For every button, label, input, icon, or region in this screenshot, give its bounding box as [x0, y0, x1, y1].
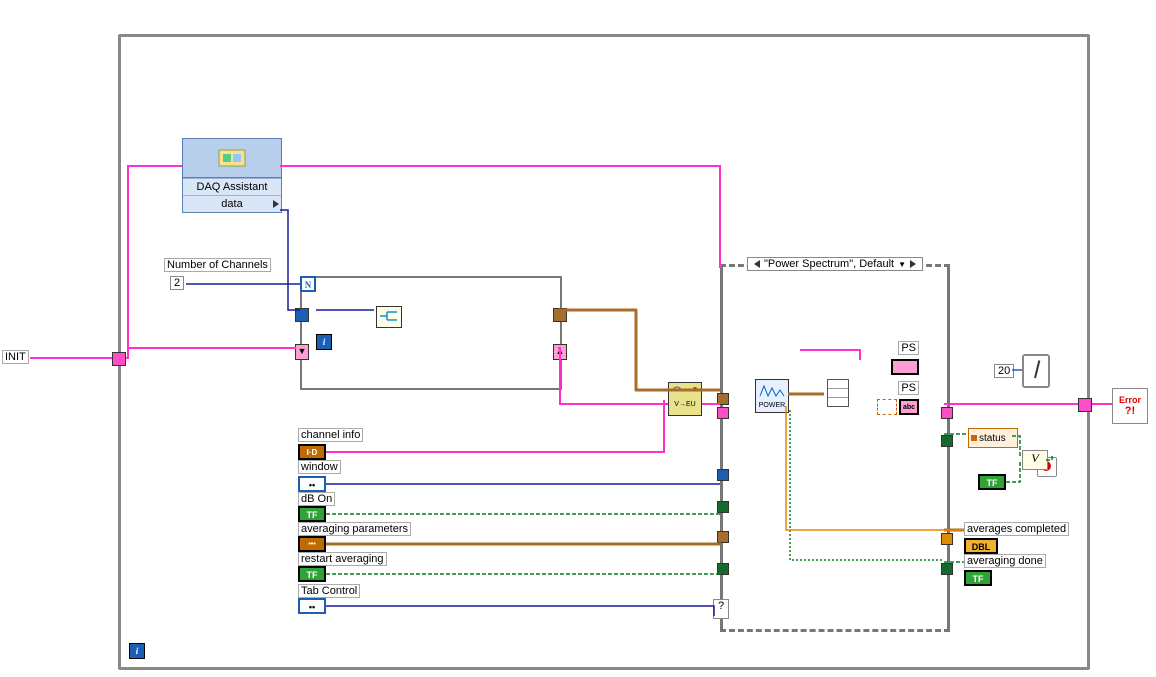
case-tunnel-signal	[717, 393, 729, 405]
power-spectrum-vi[interactable]: POWER	[755, 379, 789, 413]
wait-ms-constant[interactable]: 20	[994, 364, 1014, 378]
status-element-label: status	[979, 433, 1006, 444]
ps1-indicator-label: PS	[898, 341, 919, 355]
case-prev-icon[interactable]	[754, 260, 760, 268]
case-tunnel-restart	[717, 563, 729, 575]
unbundle-status[interactable]: status	[968, 428, 1018, 448]
avg-done-terminal[interactable]: TF	[964, 570, 992, 586]
while-loop-iteration-terminal: i	[129, 643, 145, 659]
tab-control-label: Tab Control	[298, 584, 360, 598]
daq-assistant-icon	[183, 139, 281, 178]
channel-info-terminal[interactable]: I·D	[298, 444, 326, 460]
power-vi-label: POWER	[756, 402, 788, 409]
for-input-tunnel	[295, 308, 309, 322]
restart-avg-terminal[interactable]: TF	[298, 566, 326, 582]
case-tunnel-error	[717, 407, 729, 419]
case-selector[interactable]: "Power Spectrum", Default ▼	[747, 257, 923, 271]
while-loop-error-tunnel	[1078, 398, 1092, 412]
case-tunnel-status-out	[941, 435, 953, 447]
for-loop-count-terminal[interactable]: N	[300, 276, 316, 292]
v-to-eu-vi[interactable]: V→EU	[668, 382, 702, 416]
case-next-icon[interactable]	[910, 260, 916, 268]
build-array-node[interactable]	[827, 379, 849, 407]
tab-control-terminal[interactable]: ••	[298, 598, 326, 614]
error-handler-label: Error	[1119, 395, 1141, 405]
window-terminal[interactable]: ••	[298, 476, 326, 492]
db-on-terminal[interactable]: TF	[298, 506, 326, 522]
for-output-tunnel	[553, 308, 567, 322]
init-control-label: INIT	[2, 350, 29, 364]
case-tunnel-window	[717, 469, 729, 481]
case-tunnel-error-out	[941, 407, 953, 419]
ps1-indicator-terminal[interactable]	[891, 359, 919, 375]
restart-avg-label: restart averaging	[298, 552, 387, 566]
avg-params-label: averaging parameters	[298, 522, 411, 536]
for-loop-iteration-terminal: i	[316, 334, 332, 350]
stop-bool-indicator[interactable]: TF	[978, 474, 1006, 490]
num-channels-value[interactable]: 2	[170, 276, 184, 290]
daq-title: DAQ Assistant	[183, 178, 281, 195]
avg-completed-label: averages completed	[964, 522, 1069, 536]
or-primitive[interactable]: V	[1022, 450, 1048, 470]
avg-completed-terminal[interactable]: DBL	[964, 538, 998, 554]
case-structure[interactable]: "Power Spectrum", Default ▼ ? PS PS abc …	[720, 264, 950, 632]
db-on-label: dB On	[298, 492, 335, 506]
window-label: window	[298, 460, 341, 474]
block-diagram[interactable]: { "init_label": "INIT", "num_channels": …	[0, 0, 1156, 677]
case-tunnel-avgcomp-out	[941, 533, 953, 545]
vtoeu-label: V→EU	[669, 401, 701, 408]
ps2-aux-terminal	[877, 399, 897, 415]
while-loop-error-in-tunnel	[112, 352, 126, 366]
case-tunnel-avgparams	[717, 531, 729, 543]
num-channels-label: Number of Channels	[164, 258, 271, 272]
for-shift-register-left	[295, 344, 309, 360]
case-selector-terminal[interactable]: ?	[713, 599, 729, 619]
case-tunnel-avgdone-out	[941, 563, 953, 575]
for-loop[interactable]: N i	[300, 276, 562, 390]
ps2-indicator-label: PS	[898, 381, 919, 395]
split-signal-node[interactable]	[376, 306, 402, 328]
avg-done-label: averaging done	[964, 554, 1046, 568]
simple-error-handler[interactable]: Error ?!	[1112, 388, 1148, 424]
ps2-indicator-terminal[interactable]: abc	[899, 399, 919, 415]
daq-assistant-node[interactable]: DAQ Assistant data	[182, 138, 282, 213]
wait-metronome-icon[interactable]	[1022, 354, 1050, 388]
daq-data-output[interactable]: data	[183, 195, 281, 212]
case-tunnel-dbon	[717, 501, 729, 513]
daq-data-label: data	[221, 198, 242, 210]
channel-info-label: channel info	[298, 428, 363, 442]
case-selector-label: "Power Spectrum", Default	[764, 258, 894, 270]
avg-params-terminal[interactable]: •••	[298, 536, 326, 552]
for-shift-register-right	[553, 344, 567, 360]
